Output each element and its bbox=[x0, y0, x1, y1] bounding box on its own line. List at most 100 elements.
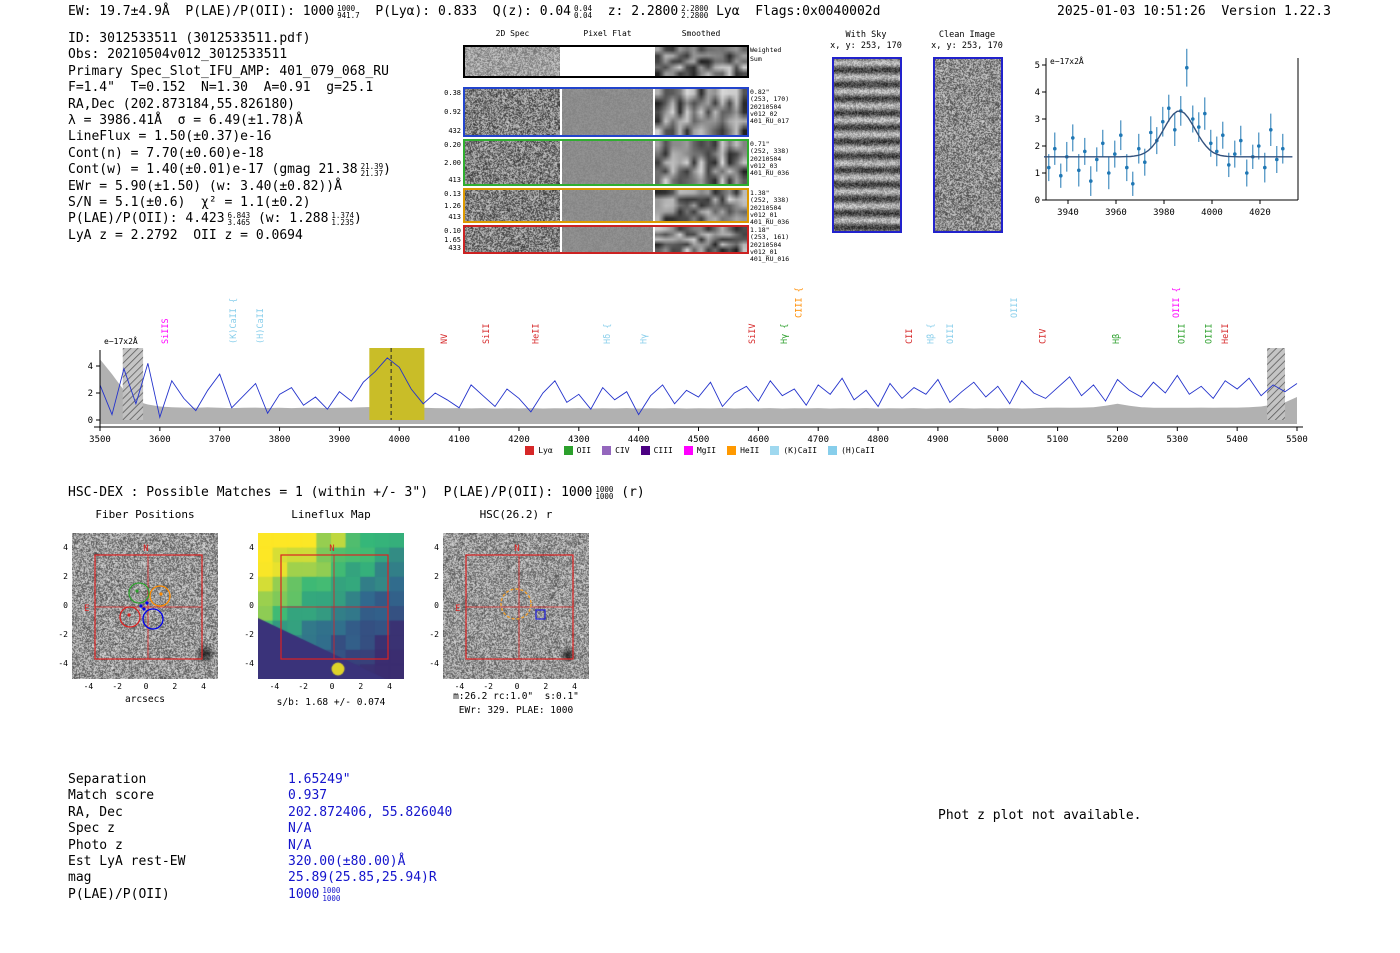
emission-line-label: Hγ { bbox=[780, 324, 790, 344]
spectrum-xtick-label: 5300 bbox=[1166, 435, 1188, 445]
cutout-row-left-label: 0.92 bbox=[444, 108, 461, 116]
spectrum-xtick-label: 4400 bbox=[628, 435, 650, 445]
text-segment: ) bbox=[353, 211, 362, 227]
inset-data-point bbox=[1053, 146, 1057, 151]
text-segment: LineFlux = 1.50(±0.37)e-16 bbox=[68, 129, 272, 145]
inset-data-point bbox=[1161, 119, 1165, 124]
fiber-xlabel: arcsecs bbox=[124, 694, 166, 705]
fiber-dot bbox=[135, 589, 139, 593]
clean-image-coords: x, y: 253, 170 bbox=[931, 41, 1003, 51]
axis-tick-label: 2 bbox=[249, 572, 254, 582]
text-segment: λ = 3986.41Å σ = 6.49(±1.78)Å bbox=[68, 113, 303, 129]
inset-ytick-label: 3 bbox=[1035, 115, 1040, 125]
lineflux-map-overlay: N bbox=[280, 544, 389, 660]
emission-line-label: Hγ bbox=[639, 334, 649, 344]
with-sky-image bbox=[834, 59, 900, 231]
spectrum-xtick-label: 3500 bbox=[89, 435, 111, 445]
info-line: λ = 3986.41Å σ = 6.49(±1.78)Å bbox=[68, 113, 391, 129]
cutout-row-annotation: 401_RU_016 bbox=[750, 255, 790, 264]
inset-data-point bbox=[1257, 144, 1261, 148]
emission-line-label: OIII bbox=[1178, 324, 1188, 344]
inset-data-point bbox=[1143, 160, 1147, 164]
fiber-positions-title: Fiber Positions bbox=[95, 508, 195, 521]
inset-data-point bbox=[1239, 138, 1243, 143]
axis-tick-label: -4 bbox=[58, 658, 68, 668]
info-line: F=1.4" T=0.152 N=1.30 A=0.91 g=25.1 bbox=[68, 80, 391, 96]
fiber-dot bbox=[159, 592, 163, 596]
inset-xtick-label: 4020 bbox=[1249, 208, 1271, 218]
cutout-row-left-label: 432 bbox=[448, 127, 461, 135]
inset-data-point bbox=[1089, 179, 1093, 183]
fiber-dot bbox=[145, 601, 149, 605]
masked-band bbox=[122, 348, 144, 420]
fraction-bottom: 3.465 bbox=[227, 218, 251, 228]
text-segment: N/A bbox=[288, 821, 312, 837]
spectrum-xtick-label: 4600 bbox=[748, 435, 770, 445]
emission-line-label: OIII { bbox=[1172, 287, 1182, 318]
lineflux-map-panel: N bbox=[258, 533, 404, 679]
emission-line-label: OIII bbox=[946, 324, 956, 344]
match-table: Separation 1.65249" Match score 0.937 RA, De… bbox=[68, 772, 452, 903]
axis-tick-label: 0 bbox=[329, 682, 335, 691]
legend-swatch bbox=[563, 446, 573, 455]
info-line: LyA z = 2.2792 OII z = 0.0694 bbox=[68, 228, 391, 244]
cutout-row-left-label: 1.65 bbox=[444, 235, 461, 244]
axis-tick-label: 4 bbox=[572, 682, 577, 691]
spectrum-xtick-label: 5400 bbox=[1226, 435, 1248, 445]
inset-data-point bbox=[1107, 171, 1111, 175]
spectrum-xtick-label: 3900 bbox=[329, 435, 351, 445]
info-line: RA,Dec (202.873184,55.826180) bbox=[68, 97, 391, 113]
inset-data-point bbox=[1269, 128, 1273, 132]
cutout-row-left-label: 0.13 bbox=[444, 190, 461, 198]
text-segment: z: 2.2800 bbox=[592, 4, 679, 19]
match-row: Est LyA rest-EW 320.00(±80.00)Å bbox=[68, 854, 452, 870]
match-label: RA, Dec bbox=[68, 804, 123, 820]
cutout-row-annotation: Sum bbox=[750, 54, 762, 63]
text-segment: ID: 3012533511 (3012533511.pdf) bbox=[68, 31, 311, 46]
legend-item: MgII bbox=[683, 446, 716, 455]
match-row: Separation 1.65249" bbox=[68, 772, 452, 788]
match-value: 1.65249" bbox=[288, 772, 351, 787]
text-segment: Cont(w) = 1.40(±0.01)e-17 (gmag 21.38 bbox=[68, 162, 358, 178]
inset-data-point bbox=[1227, 163, 1231, 167]
match-value: 202.872406, 55.826040 bbox=[288, 805, 452, 820]
east-label: E bbox=[455, 604, 460, 614]
axis-tick-label: -2 bbox=[429, 629, 439, 639]
text-segment: EWr = 5.90(±1.50) (w: 3.40(±0.82))Å bbox=[68, 178, 342, 194]
legend-label: Lyα bbox=[538, 446, 553, 455]
legend-label: HeII bbox=[740, 446, 760, 455]
text-segment: ) bbox=[383, 162, 391, 178]
fiber-dot bbox=[142, 607, 146, 611]
inset-data-point bbox=[1113, 152, 1117, 156]
inset-data-point bbox=[1077, 168, 1081, 173]
emission-line-label: Hδ { bbox=[603, 324, 613, 344]
legend-swatch bbox=[602, 446, 612, 455]
hsc-cutout-overlay: NE bbox=[455, 544, 574, 660]
cutout-row bbox=[463, 87, 749, 137]
summary-header: EW: 19.7±4.9Å P(LAE)/P(OII): 1000 1000 941… bbox=[68, 4, 880, 20]
pixel-flat-image bbox=[562, 89, 653, 135]
inset-data-point bbox=[1233, 152, 1237, 156]
smoothed-image bbox=[655, 227, 747, 252]
inset-xtick-label: 4000 bbox=[1201, 208, 1223, 218]
axis-tick-label: 0 bbox=[63, 601, 68, 610]
axis-tick-label: -4 bbox=[429, 658, 439, 668]
inset-data-point bbox=[1215, 149, 1219, 154]
emission-line-label: CIII { bbox=[794, 287, 804, 318]
spectrum-xtick-label: 4000 bbox=[388, 435, 410, 445]
stacked-fraction: 0.04 0.04 bbox=[574, 4, 592, 20]
text-segment: Lyα Flags:0x0040002d bbox=[708, 4, 881, 19]
match-label: mag bbox=[68, 870, 92, 886]
legend-swatch bbox=[683, 446, 693, 455]
match-value: 0.937 bbox=[288, 788, 327, 803]
inset-data-point bbox=[1167, 106, 1171, 110]
emission-line-label: (K)CaII { bbox=[229, 298, 239, 344]
text-segment: 320.00(±80.00)Å bbox=[288, 854, 406, 870]
text-segment: 1000 bbox=[288, 886, 320, 902]
inset-data-point bbox=[1149, 130, 1153, 135]
emission-line-label: CIV bbox=[1039, 329, 1049, 344]
spectrum-xtick-label: 4100 bbox=[448, 435, 470, 445]
cutout-row bbox=[463, 225, 749, 254]
match-value: 1000 1000 1000 bbox=[288, 887, 340, 902]
inset-data-point bbox=[1101, 141, 1105, 146]
